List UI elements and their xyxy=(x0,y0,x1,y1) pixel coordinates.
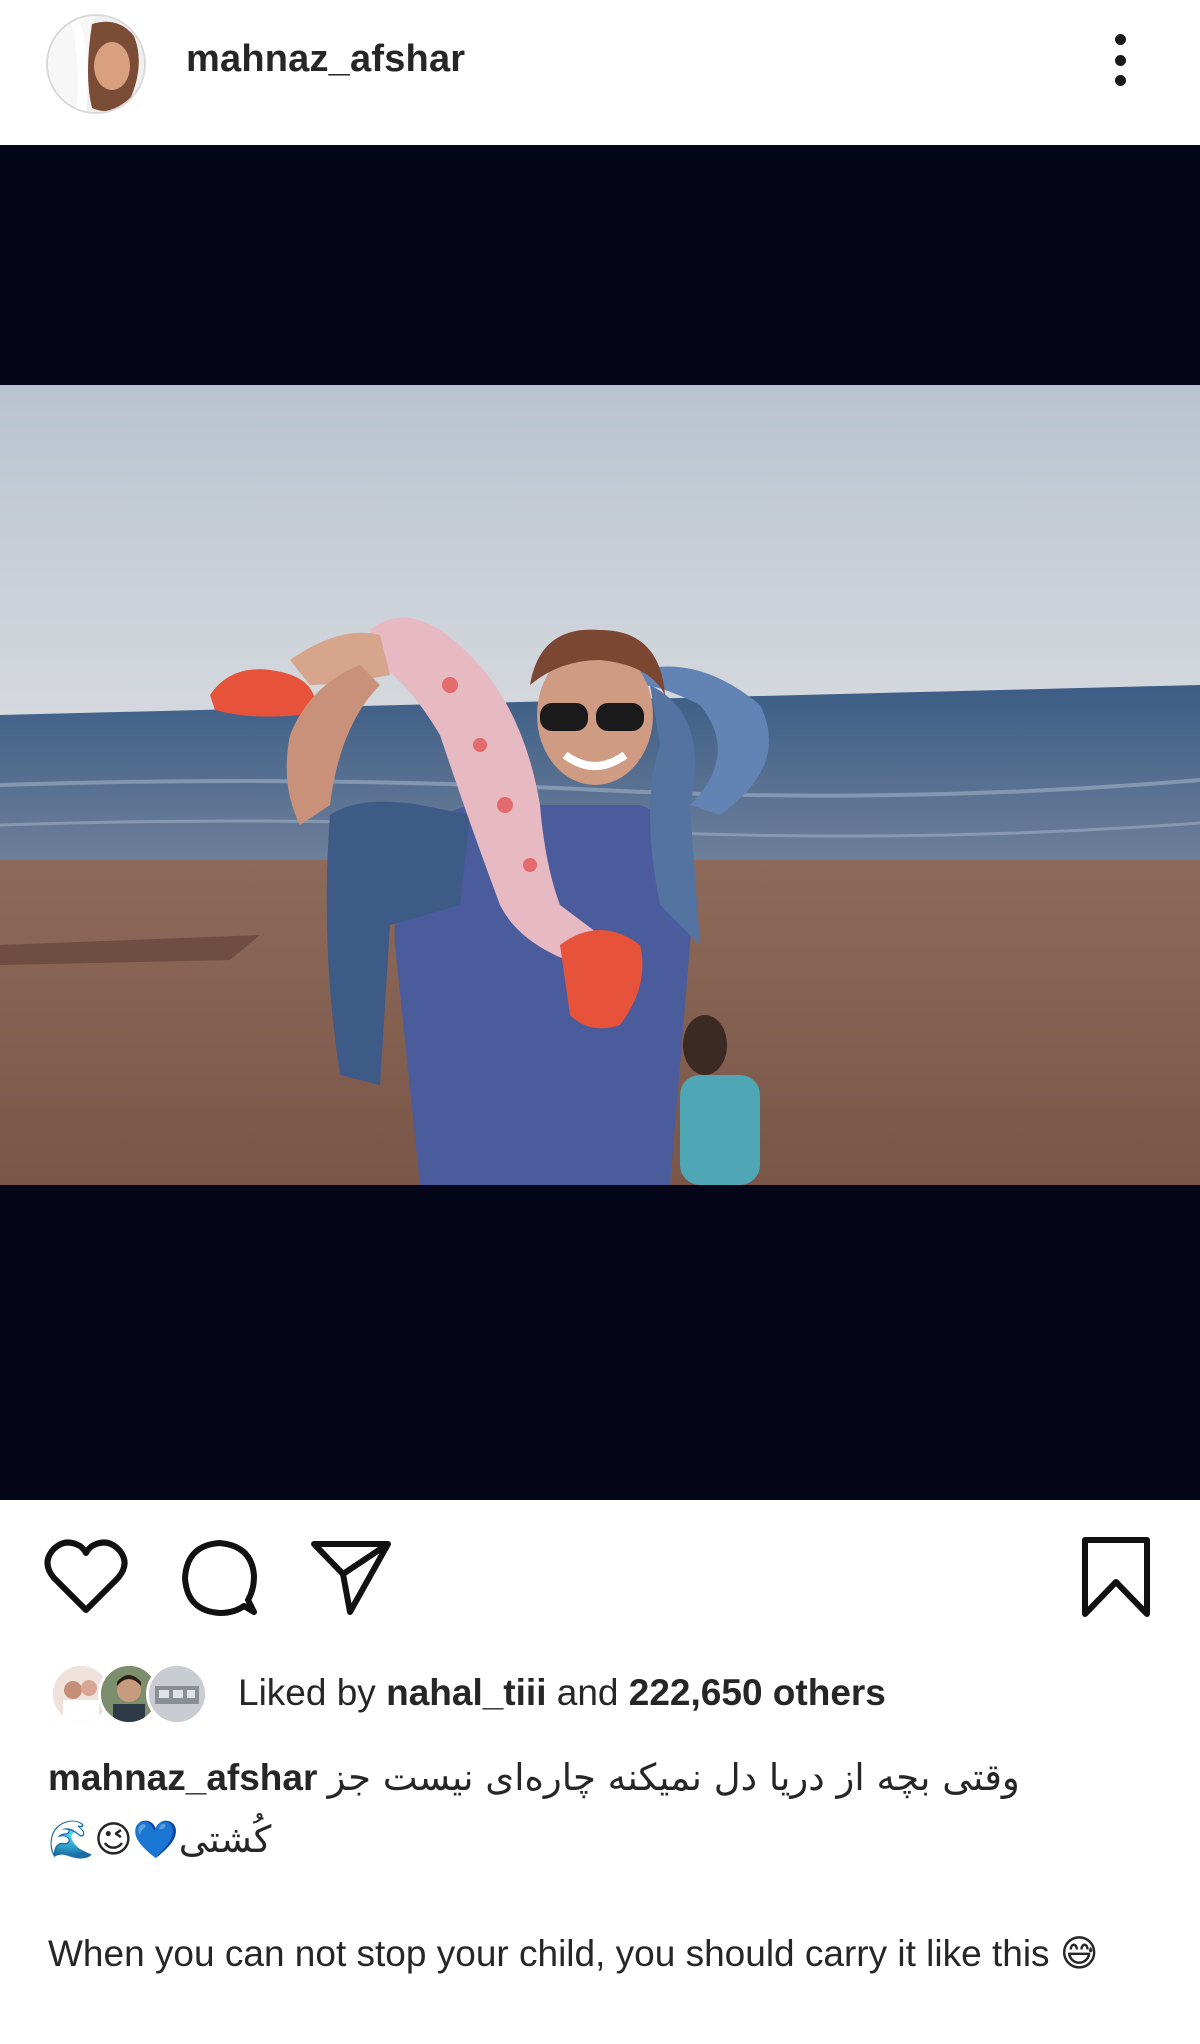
sweat-smile-emoji: 😅 xyxy=(1059,1932,1099,1975)
user-avatar[interactable] xyxy=(46,14,146,114)
post-media[interactable] xyxy=(0,145,1200,1500)
likes-count[interactable]: 222,650 others xyxy=(629,1672,886,1713)
likes-summary[interactable]: Liked by nahal_tiii and 222,650 others xyxy=(238,1672,886,1714)
more-dot xyxy=(1114,75,1126,86)
post-username[interactable]: mahnaz_afshar xyxy=(186,38,465,81)
save-button[interactable] xyxy=(1080,1536,1152,1623)
liker-avatars xyxy=(50,1663,210,1725)
more-dot xyxy=(1114,34,1126,45)
share-button[interactable] xyxy=(310,1538,392,1623)
post-caption: mahnaz_afshar وقتی بچه از دریا دل نمیکنه… xyxy=(48,1748,1158,1870)
caption-text-en: When you can not stop your child, you sh… xyxy=(48,1933,1050,1974)
more-options-button[interactable] xyxy=(1105,30,1135,90)
caption-text-fa: وقتی بچه از دریا دل نمیکنه چاره‌ای نیست … xyxy=(327,1756,1020,1799)
liked-by-user[interactable]: nahal_tiii xyxy=(386,1672,546,1713)
comment-icon xyxy=(182,1540,257,1616)
like-button[interactable] xyxy=(44,1538,128,1619)
caption-text-fa-line2: کُشتی💙😉🌊 xyxy=(48,1818,272,1861)
caption-username[interactable]: mahnaz_afshar xyxy=(48,1757,317,1798)
bookmark-icon xyxy=(1082,1537,1150,1617)
likes-row: Liked by nahal_tiii and 222,650 others xyxy=(50,1658,1150,1728)
post-actions xyxy=(0,1500,1200,1650)
heart-icon xyxy=(44,1539,128,1613)
post-photo xyxy=(0,385,1200,1185)
liker-avatar[interactable] xyxy=(146,1663,208,1725)
likes-prefix: Liked by xyxy=(238,1672,376,1713)
send-icon xyxy=(311,1541,391,1615)
caption-english: When you can not stop your child, you sh… xyxy=(48,1925,1168,1983)
comment-button[interactable] xyxy=(180,1538,260,1623)
post-header: mahnaz_afshar xyxy=(0,0,1200,145)
likes-and: and xyxy=(556,1672,619,1713)
more-dot xyxy=(1114,54,1126,66)
